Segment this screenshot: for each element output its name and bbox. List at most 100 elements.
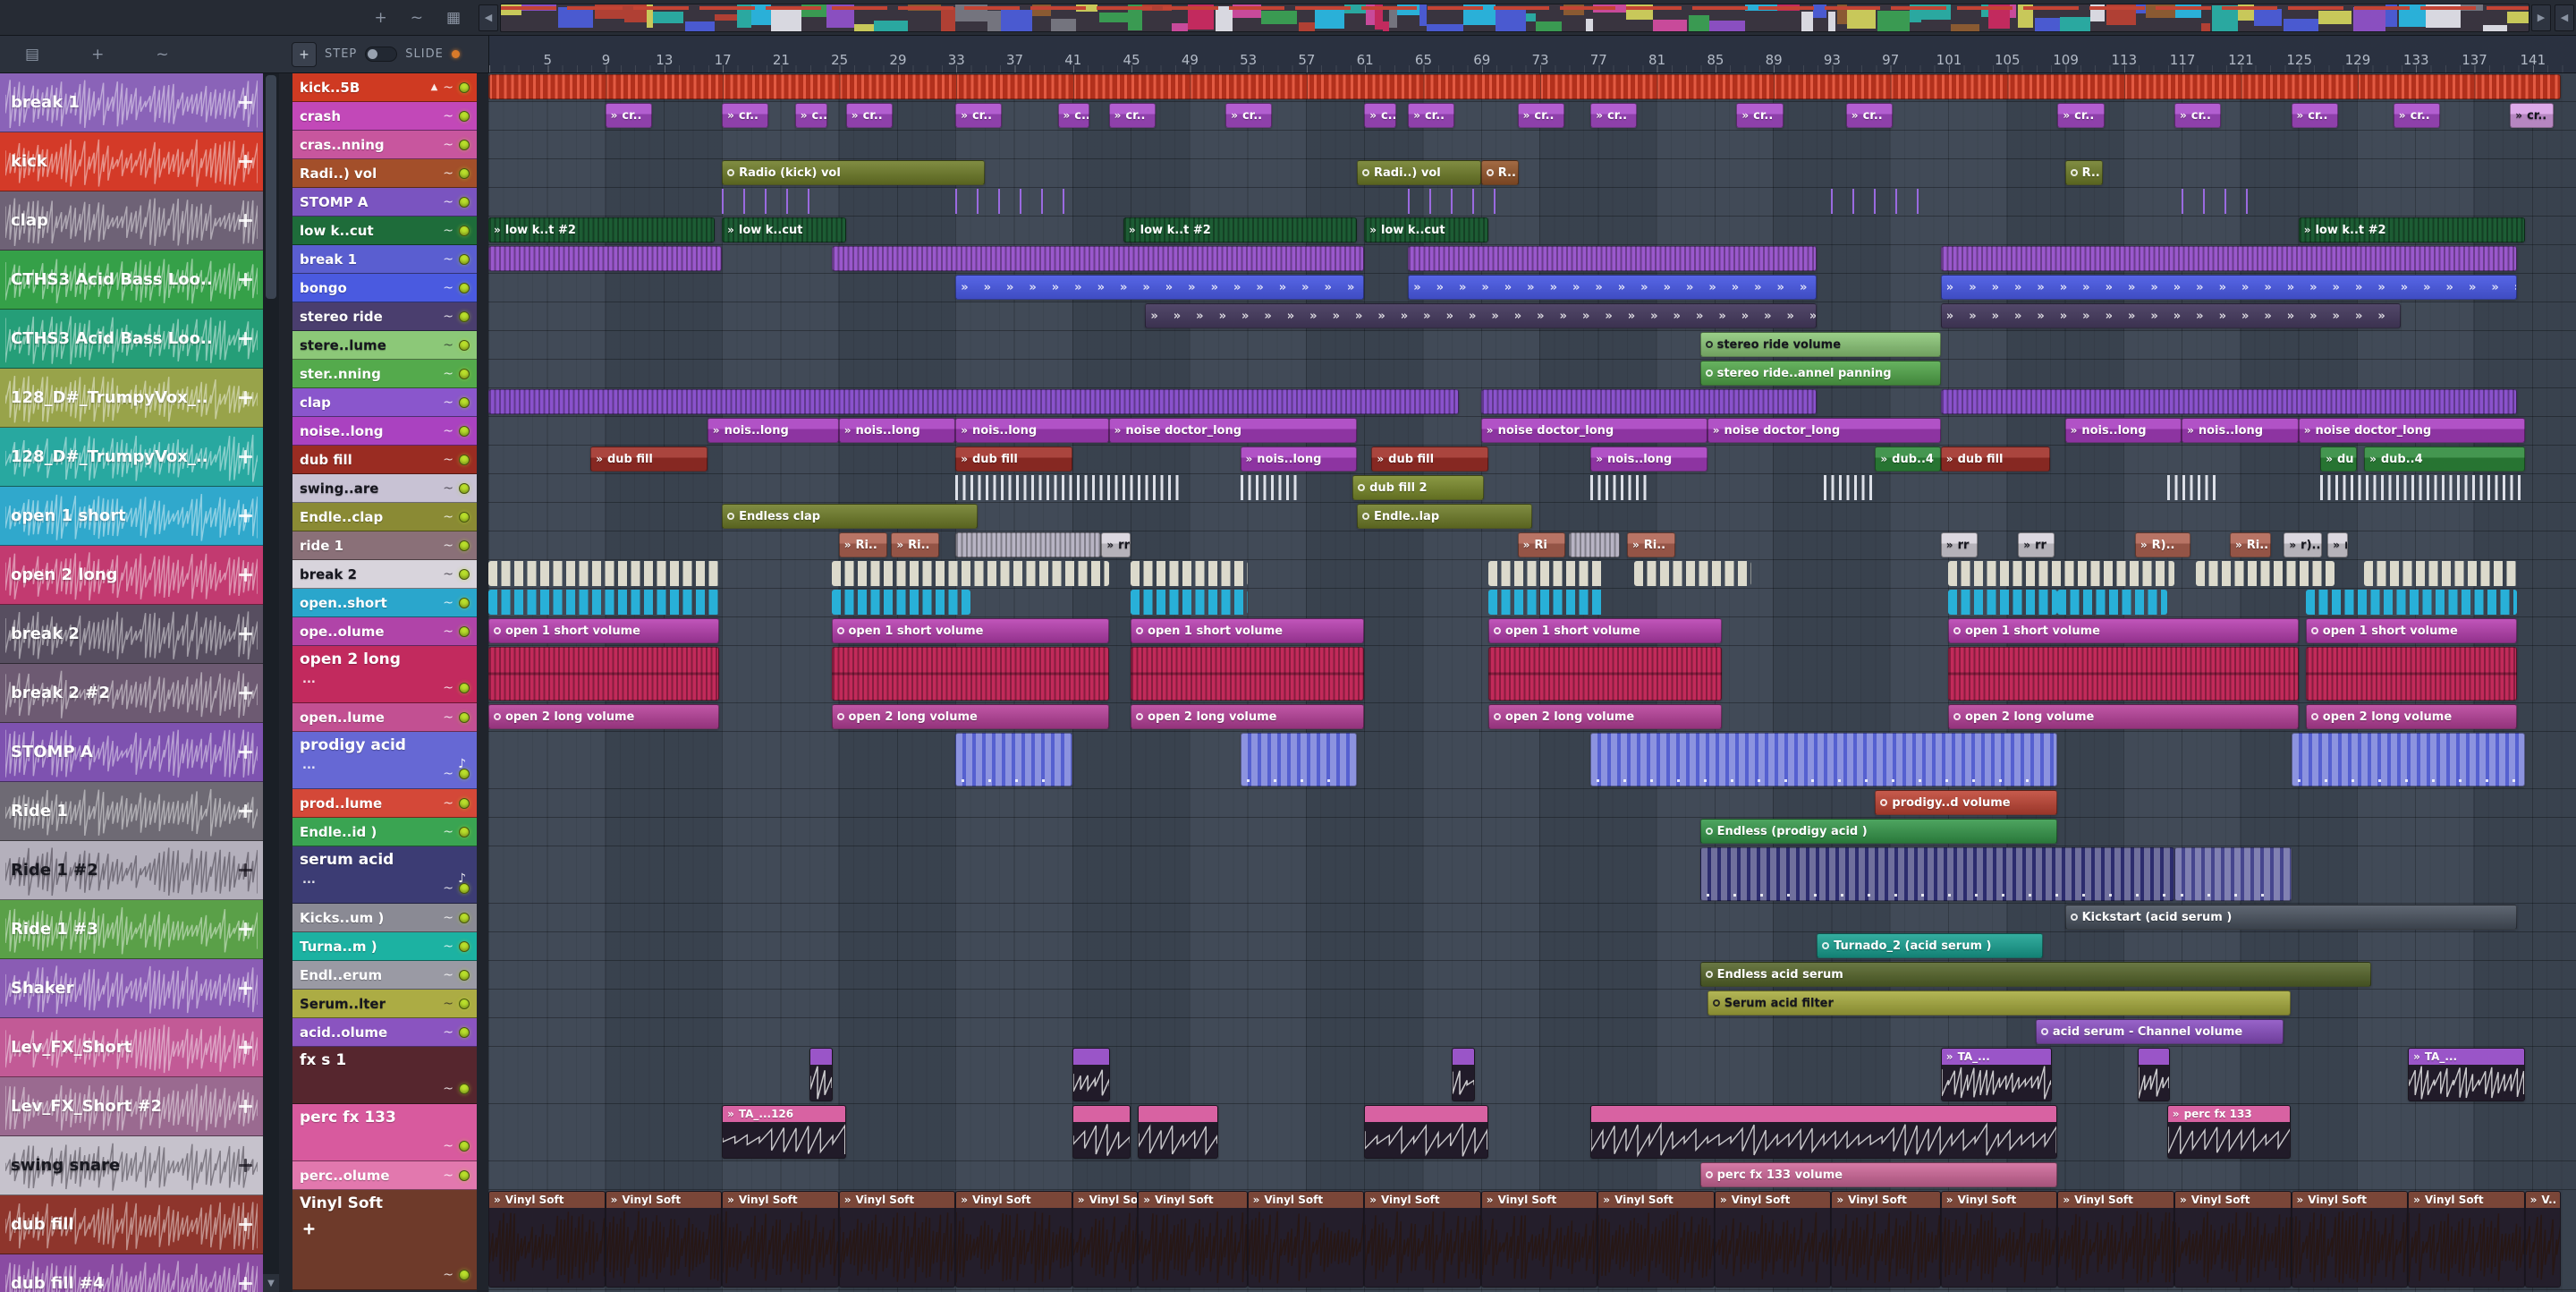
clip[interactable]: [1940, 389, 2518, 414]
clip[interactable]: Endless clap: [722, 504, 978, 529]
clip[interactable]: [831, 246, 1365, 271]
track-header[interactable]: low k..cut ~: [292, 217, 477, 245]
enable-led[interactable]: [459, 969, 470, 981]
picker-item[interactable]: Lev_FX_Short #2: [0, 1077, 263, 1136]
picker-item[interactable]: Ride 1 #3: [0, 900, 263, 959]
clip[interactable]: dub fill 2: [1352, 475, 1484, 500]
clip[interactable]: » TA_...: [1940, 1048, 2052, 1101]
clip[interactable]: » cr..: [1517, 103, 1564, 128]
clip[interactable]: »Vinyl Soft: [1940, 1191, 2058, 1288]
clip[interactable]: [1487, 647, 1722, 701]
scroll-down-button[interactable]: ▼: [263, 1274, 279, 1292]
picker-item[interactable]: Lev_FX_Short: [0, 1018, 263, 1077]
clip[interactable]: »»»»»»»»»»»»»»»»»»»»»»»»»»»»»»»»: [1145, 303, 1818, 328]
clip[interactable]: [488, 647, 719, 701]
playlist-grid[interactable]: » cr.. » cr.. » c.. » cr.. » cr.. » c.. » cr.. » cr.. » c…: [488, 73, 2576, 1292]
clip[interactable]: perc fx 133 volume: [1699, 1162, 2058, 1187]
clip[interactable]: »Vinyl Soft: [1597, 1191, 1715, 1288]
clip[interactable]: [955, 532, 1102, 557]
enable-led[interactable]: [459, 196, 470, 208]
clip[interactable]: »Vinyl Soft: [1072, 1191, 1139, 1288]
track-header[interactable]: Turna..m ) ~: [292, 932, 477, 961]
clip[interactable]: » cr..: [2291, 103, 2338, 128]
track-header[interactable]: serum acid... ♪ ~: [292, 846, 477, 904]
clip[interactable]: [488, 74, 2562, 99]
enable-led[interactable]: [459, 167, 470, 179]
clip[interactable]: » Ri..: [838, 532, 887, 557]
clip[interactable]: [2174, 847, 2292, 901]
picker-item[interactable]: STOMP A: [0, 723, 263, 782]
clip[interactable]: [1408, 189, 1511, 214]
clip[interactable]: » Ri..: [2230, 532, 2271, 557]
track-header[interactable]: ride 1 ~: [292, 531, 477, 560]
clip[interactable]: » c..: [1057, 103, 1090, 128]
clip[interactable]: Endle..lap: [1357, 504, 1532, 529]
clip[interactable]: [488, 246, 723, 271]
clip[interactable]: [1634, 561, 1751, 586]
clip[interactable]: » R)..: [2134, 532, 2190, 557]
clip[interactable]: » low k..t #2: [2298, 217, 2525, 242]
track-header[interactable]: Endle..id ) ~: [292, 818, 477, 846]
track-header[interactable]: Radi..) vol ~: [292, 159, 477, 188]
track-header[interactable]: STOMP A ~: [292, 188, 477, 217]
picker-item[interactable]: open 2 long: [0, 546, 263, 605]
clip[interactable]: » perc fx 133: [2166, 1105, 2292, 1159]
clip[interactable]: [2320, 475, 2525, 500]
picker-item[interactable]: break 2 #2: [0, 664, 263, 723]
clip[interactable]: open 2 long volume: [1487, 704, 1722, 729]
slide-label[interactable]: SLIDE: [405, 47, 444, 61]
track-header[interactable]: bongo ~: [292, 274, 477, 302]
clip[interactable]: »»»»»»»»»»»»»»»»»»»»»»: [1940, 303, 2401, 328]
clip[interactable]: [488, 389, 1460, 414]
clip[interactable]: » V..: [2524, 1191, 2562, 1288]
picker-item[interactable]: dub fill: [0, 1195, 263, 1254]
clip[interactable]: open 2 long volume: [831, 704, 1109, 729]
clip[interactable]: [2305, 647, 2518, 701]
clip[interactable]: » nois..long: [2064, 418, 2182, 443]
track-header[interactable]: ster..nning ~: [292, 360, 477, 388]
enable-led[interactable]: [459, 769, 470, 779]
clip[interactable]: [1480, 389, 1818, 414]
enable-led[interactable]: [459, 339, 470, 351]
clip[interactable]: [1487, 561, 1606, 586]
enable-led[interactable]: [459, 1270, 470, 1280]
clip[interactable]: [831, 590, 970, 615]
clip[interactable]: [1568, 532, 1620, 557]
track-header[interactable]: noise..long ~: [292, 417, 477, 446]
clip[interactable]: » Ri..: [891, 532, 940, 557]
track-header[interactable]: open 2 long... ~: [292, 646, 477, 703]
clip[interactable]: » nois..long: [838, 418, 956, 443]
picker-item[interactable]: 128_D#_TrumpyVox_..: [0, 428, 263, 487]
clip[interactable]: »Vinyl Soft: [605, 1191, 723, 1288]
enable-led[interactable]: [459, 225, 470, 236]
clip[interactable]: open 1 short volume: [1948, 618, 2299, 643]
picker-item[interactable]: break 1: [0, 73, 263, 132]
track-header[interactable]: crash ~: [292, 102, 477, 131]
clip[interactable]: » cr..: [722, 103, 769, 128]
clip[interactable]: » low k..cut: [722, 217, 846, 242]
clip[interactable]: »Vinyl Soft: [2291, 1191, 2409, 1288]
clip[interactable]: R..: [1480, 160, 1520, 185]
enable-led[interactable]: [459, 826, 470, 837]
enable-led[interactable]: [459, 110, 470, 122]
clip[interactable]: [1240, 733, 1358, 786]
enable-led[interactable]: [459, 482, 470, 494]
minimap-scroll-left-button[interactable]: ◀: [479, 4, 498, 31]
track-header[interactable]: open..lume ~: [292, 703, 477, 732]
clip[interactable]: »Vinyl Soft: [838, 1191, 956, 1288]
clip[interactable]: » du: [2320, 446, 2357, 472]
clip[interactable]: open 1 short volume: [831, 618, 1109, 643]
clip[interactable]: » c..: [794, 103, 827, 128]
clip[interactable]: [831, 647, 1109, 701]
clip[interactable]: »Vinyl Soft: [1138, 1191, 1248, 1288]
enable-led[interactable]: [459, 1141, 470, 1152]
clip[interactable]: » dub..4: [2364, 446, 2525, 472]
picker-item[interactable]: CTHS3 Acid Bass Loo..: [0, 310, 263, 369]
track-header[interactable]: kick..5B ▲ ~: [292, 73, 477, 102]
clip[interactable]: »Vinyl Soft: [2408, 1191, 2525, 1288]
clip[interactable]: » nois..long: [1240, 446, 1358, 472]
clip[interactable]: »Vinyl Soft: [722, 1191, 839, 1288]
clip[interactable]: R..: [2064, 160, 2103, 185]
clip[interactable]: [1948, 561, 2174, 586]
clip[interactable]: » noise doctor_long: [1707, 418, 1941, 443]
